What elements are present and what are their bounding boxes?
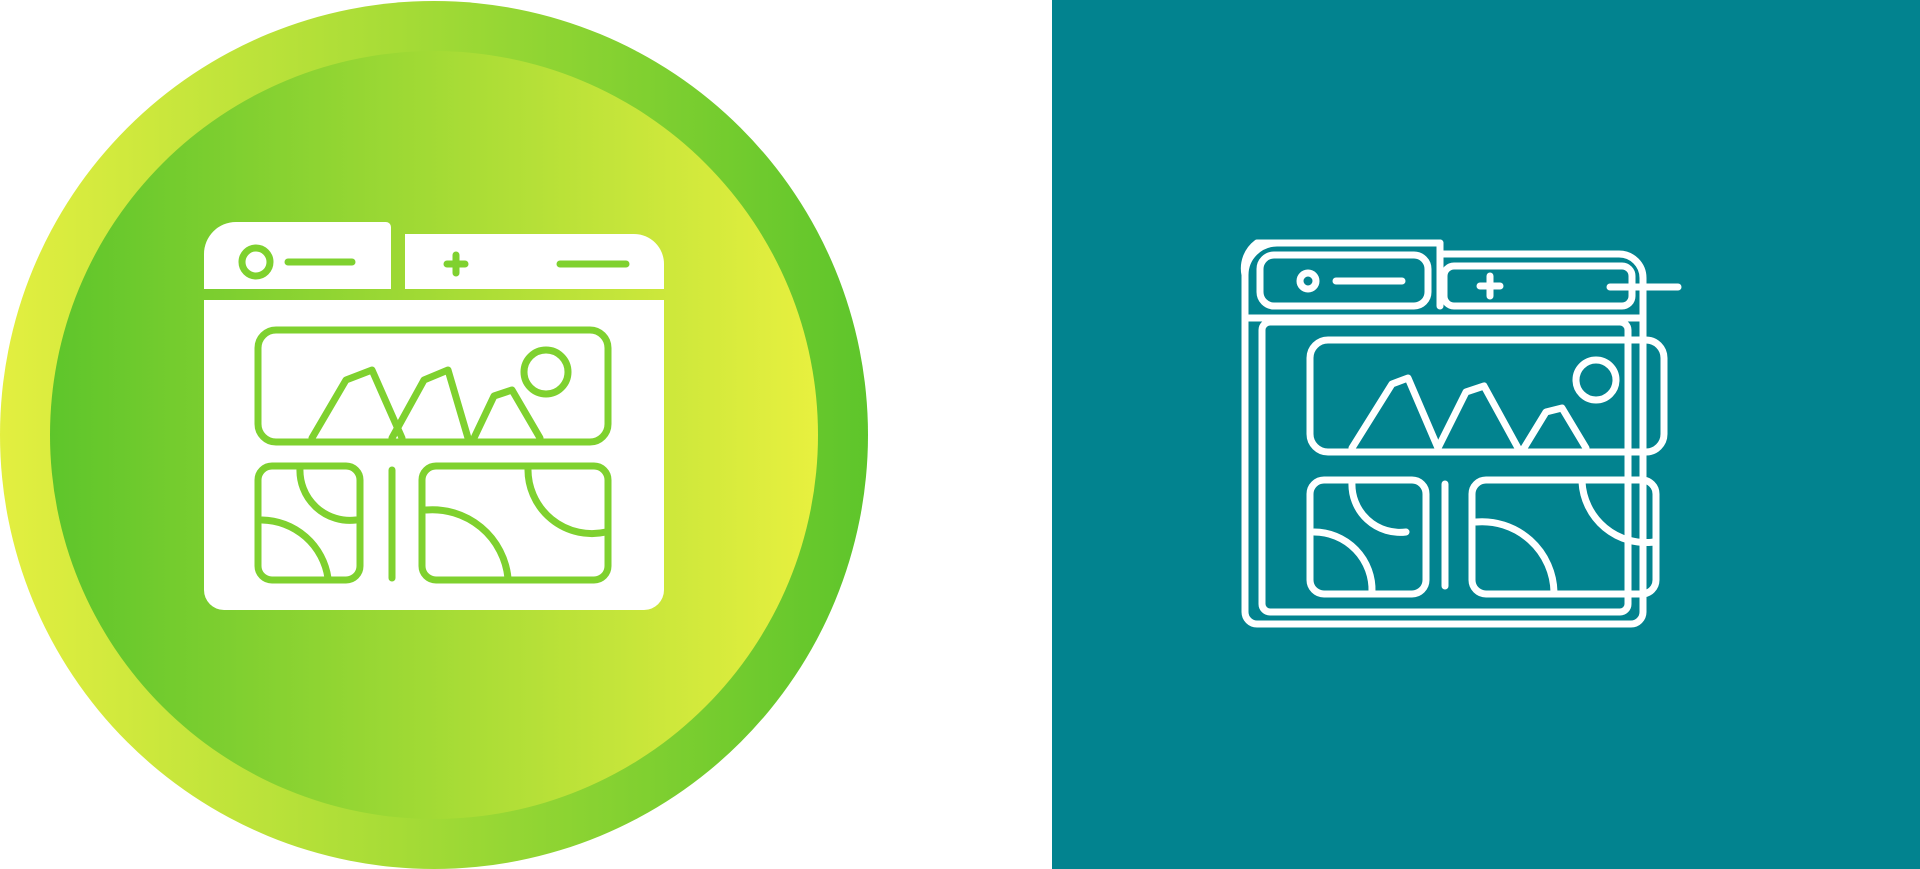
glyph-icon-panel — [0, 0, 1050, 869]
web-gallery-glyph-icon — [204, 222, 664, 610]
outline-icon-svg — [1052, 0, 1920, 869]
icon-showcase — [0, 0, 1920, 869]
teal-background — [1052, 0, 1920, 869]
outline-icon-panel — [1052, 0, 1920, 869]
glyph-icon-svg — [0, 1, 868, 869]
